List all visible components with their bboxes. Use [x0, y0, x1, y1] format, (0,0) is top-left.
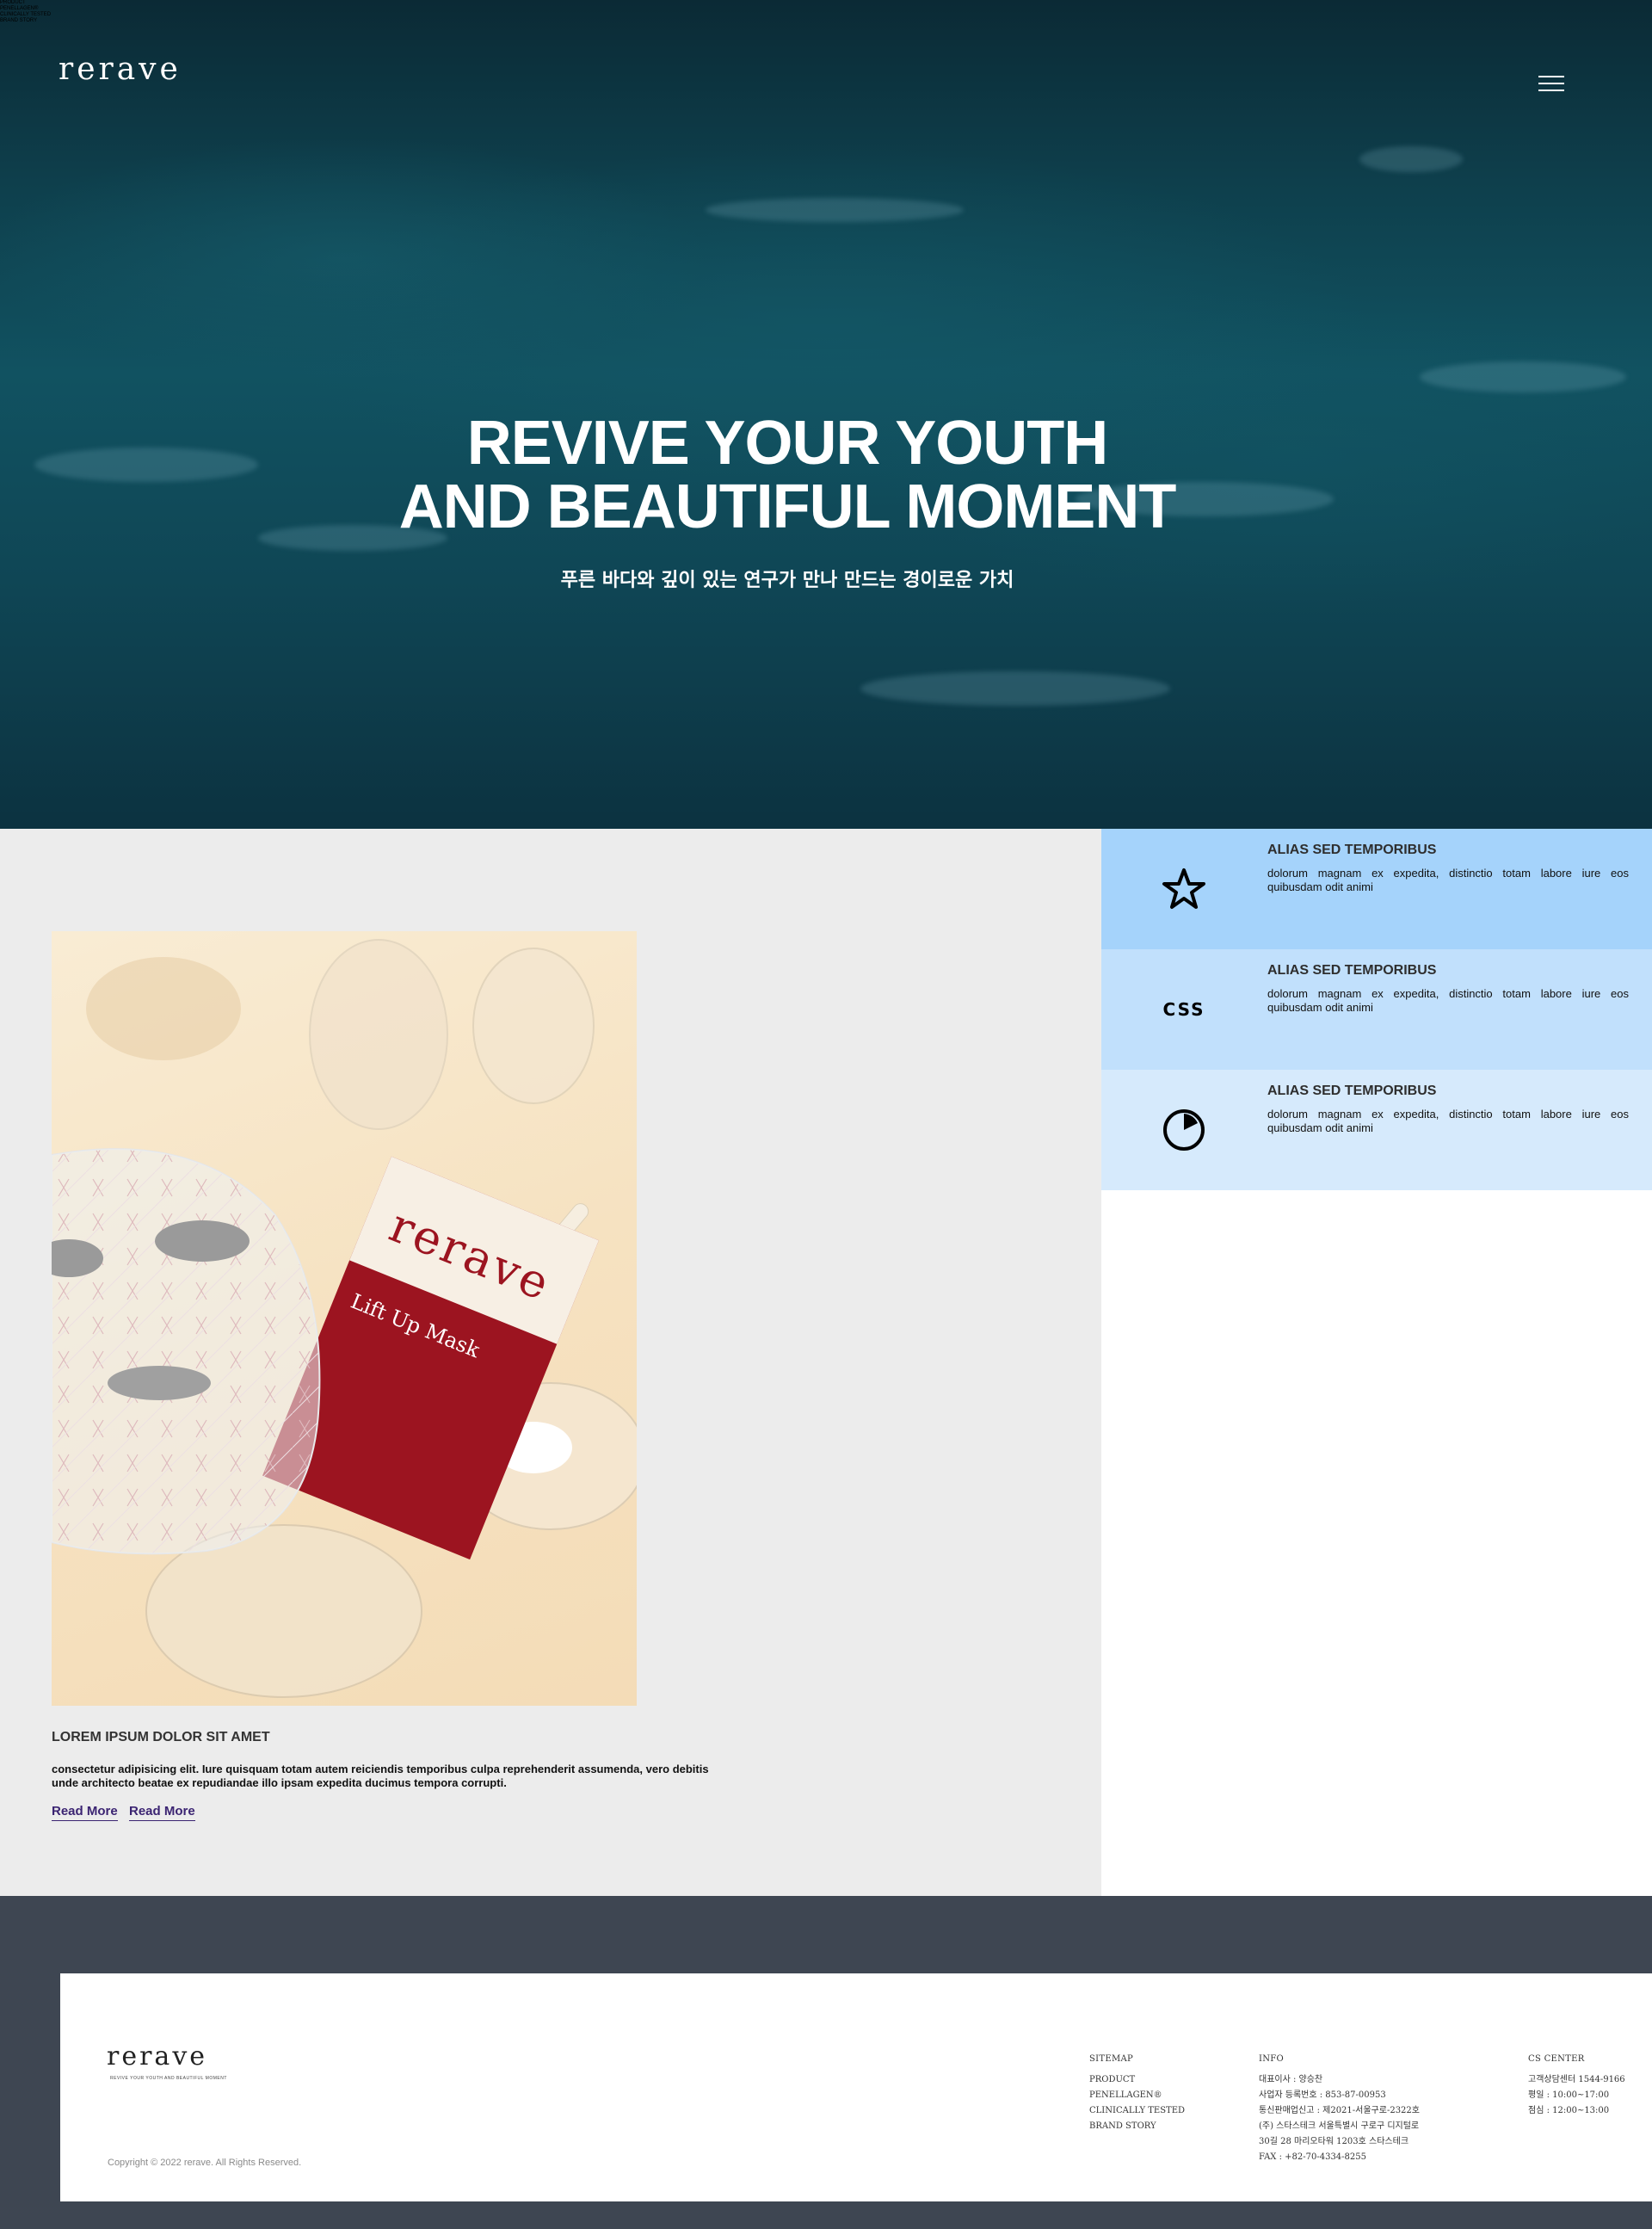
css-icon-label: CSS: [1162, 999, 1205, 1020]
stray-sitemap-text: PRODUCT PENELLAGEN® CLINICALLY TESTED BR…: [0, 0, 51, 24]
footer-link[interactable]: PENELLAGEN®: [1089, 2088, 1185, 2103]
water-highlight: [1420, 361, 1626, 392]
footer-info-line: 30길 28 마리오타워 1203호 스타스테크: [1259, 2137, 1409, 2146]
product-illustration: rerave Lift Up Mask: [52, 939, 637, 1698]
card-text: consectetur adipisicing elit. Iure quisq…: [52, 1763, 709, 1789]
feature-title: ALIAS SED TEMPORIBUS: [1267, 1084, 1437, 1098]
footer-info-line: 통신판매업신고 : 제2021-서울구로-2322호: [1259, 2106, 1420, 2115]
footer-logo[interactable]: rerave: [107, 2041, 207, 2072]
footer-cs-line: 평일 : 10:00~17:00: [1528, 2090, 1610, 2100]
water-highlight: [706, 198, 964, 222]
feature-title: ALIAS SED TEMPORIBUS: [1267, 843, 1437, 857]
footer-cs-center: CS CENTER 고객상담센터 1544-9166 평일 : 10:00~17…: [1528, 2054, 1625, 2119]
feature-text: dolorum magnam ex expedita, distinctio t…: [1267, 1108, 1629, 1134]
hero-subtitle: 푸른 바다와 깊이 있는 연구가 만나 만드는 경이로운 가치: [560, 570, 1014, 591]
footer-info-line: 대표이사 : 양승찬: [1259, 2075, 1323, 2084]
footer-cs-line: 점심 : 12:00~13:00: [1528, 2106, 1610, 2115]
blank-panel: [1101, 1190, 1652, 1896]
site-logo[interactable]: rerave: [59, 52, 182, 87]
footer-heading: SITEMAP: [1089, 2054, 1134, 2064]
hero-title-line: AND BEAUTIFUL MOMENT: [398, 472, 1177, 541]
hero-section: rerave REVIVE YOUR YOUTH AND BEAUTIFUL M…: [0, 0, 1652, 829]
read-more-link[interactable]: Read More: [52, 1804, 118, 1821]
footer-info-line: (주) 스타스테크 서울특별시 구로구 디지털로: [1259, 2121, 1420, 2131]
copyright: Copyright © 2022 rerave. All Rights Rese…: [108, 2158, 302, 2168]
features-list: ALIAS SED TEMPORIBUS dolorum magnam ex e…: [1101, 829, 1652, 1190]
footer-info-line: 사업자 등록번호 : 853-87-00953: [1259, 2090, 1386, 2100]
footer-link[interactable]: CLINICALLY TESTED: [1089, 2103, 1185, 2119]
pie-chart-icon: [1160, 1106, 1208, 1154]
footer-info-line: FAX : +82-70-4334-8255: [1259, 2152, 1366, 2162]
feature-item: ALIAS SED TEMPORIBUS dolorum magnam ex e…: [1101, 829, 1652, 949]
footer-heading: INFO: [1259, 2054, 1285, 2064]
water-highlight: [1359, 146, 1463, 172]
feature-item: CSS ALIAS SED TEMPORIBUS dolorum magnam …: [1101, 949, 1652, 1070]
footer-sitemap: SITEMAP PRODUCT PENELLAGEN® CLINICALLY T…: [1089, 2054, 1185, 2134]
feature-title: ALIAS SED TEMPORIBUS: [1267, 963, 1437, 978]
read-more-link[interactable]: Read More: [129, 1804, 195, 1821]
feature-text: dolorum magnam ex expedita, distinctio t…: [1267, 867, 1629, 893]
stray-text-line: PENELLAGEN®: [0, 6, 39, 11]
hero-title-line: REVIVE YOUR YOUTH: [466, 409, 1109, 478]
stray-text-line: PRODUCT: [0, 0, 26, 5]
footer-cs-line: 고객상담센터 1544-9166: [1528, 2075, 1625, 2084]
product-image: rerave Lift Up Mask: [52, 931, 637, 1706]
footer-link[interactable]: PRODUCT: [1089, 2072, 1185, 2088]
footer-info: INFO 대표이사 : 양승찬 사업자 등록번호 : 853-87-00953 …: [1259, 2054, 1420, 2165]
footer-link[interactable]: BRAND STORY: [1089, 2119, 1185, 2134]
footer-logo-tagline: REVIVE YOUR YOUTH AND BEAUTIFUL MOMENT: [110, 2076, 227, 2081]
hamburger-menu-icon[interactable]: [1538, 76, 1564, 95]
feature-item: ALIAS SED TEMPORIBUS dolorum magnam ex e…: [1101, 1070, 1652, 1190]
card-title: LOREM IPSUM DOLOR SIT AMET: [52, 1730, 270, 1744]
stray-text-line: CLINICALLY TESTED: [0, 12, 52, 17]
feature-text: dolorum magnam ex expedita, distinctio t…: [1267, 987, 1629, 1014]
footer-heading: CS CENTER: [1528, 2054, 1585, 2064]
star-icon: [1160, 865, 1208, 913]
water-highlight: [860, 671, 1170, 706]
stray-text-line: BRAND STORY: [0, 18, 38, 23]
hero-title: REVIVE YOUR YOUTH AND BEAUTIFUL MOMENT: [0, 411, 1575, 539]
css-icon: CSS: [1160, 985, 1208, 1034]
